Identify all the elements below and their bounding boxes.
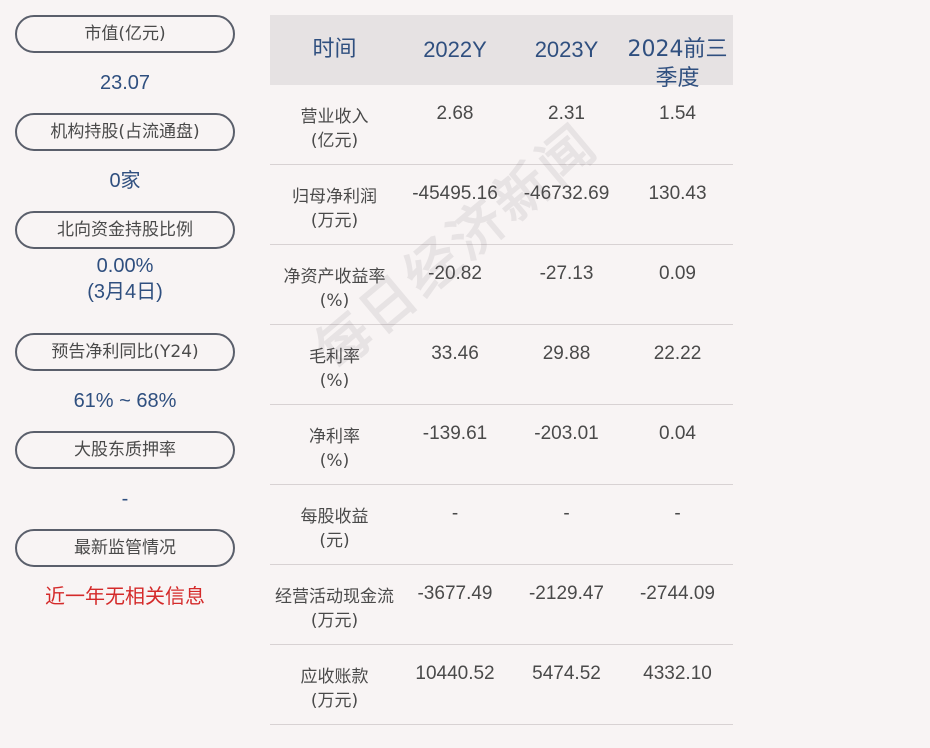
northbound-holding-value: 0.00% (3月4日)	[15, 249, 235, 333]
row-label-name: 净资产收益率	[283, 267, 386, 287]
table-row: 营业收入 (亿元) 2.68 2.31 1.54	[270, 85, 733, 165]
row-label: 净利率 (%)	[270, 405, 399, 484]
row-label-name: 每股收益	[300, 507, 369, 527]
cell-2024-q3: 1.54	[659, 103, 696, 124]
market-cap-label: 市值(亿元)	[15, 15, 235, 53]
row-label-name: 净利率	[309, 427, 360, 447]
northbound-holding-percent: 0.00%	[96, 255, 154, 277]
regulatory-status-value: 近一年无相关信息	[45, 586, 205, 608]
row-label: 应收账款 (万元)	[270, 645, 399, 724]
cell-2022: 2.68	[436, 103, 474, 124]
table-row: 应收账款 (万元) 10440.52 5474.52 4332.10	[270, 645, 733, 725]
row-label: 毛利率 (%)	[270, 325, 399, 404]
cell-2023: -27.13	[539, 263, 594, 284]
row-label: 每股收益 (元)	[270, 485, 399, 564]
row-label-unit: (%)	[319, 371, 350, 391]
cell-2023: 29.88	[542, 343, 591, 364]
major-holder-pledge-value: -	[121, 488, 129, 510]
northbound-holding-label: 北向资金持股比例	[15, 211, 235, 249]
row-label: 经营活动现金流 (万元)	[270, 565, 399, 644]
row-label-name: 营业收入	[300, 107, 369, 127]
header-2024-q3: 2024前三 季度	[622, 15, 733, 91]
table-row: 归母净利润 (万元) -45495.16 -46732.69 130.43	[270, 165, 733, 245]
row-label-unit: (万元)	[310, 611, 359, 631]
financial-table: 时间 2022Y 2023Y 2024前三 季度 营业收入 (亿元) 2.68 …	[270, 15, 733, 725]
table-header: 时间 2022Y 2023Y 2024前三 季度	[270, 15, 733, 91]
row-label-unit: (元)	[319, 531, 350, 551]
row-label-unit: (%)	[319, 451, 350, 471]
header-2024-q3-line1: 2024前三	[627, 37, 728, 62]
table-row: 每股收益 (元) - - -	[270, 485, 733, 565]
cell-2022: 33.46	[431, 343, 479, 364]
cell-2022: 10440.52	[415, 663, 495, 684]
cell-2024-q3: 130.43	[648, 183, 707, 204]
row-label: 归母净利润 (万元)	[270, 165, 399, 244]
cell-2022: -3677.49	[417, 583, 493, 604]
cell-2023: 2.31	[548, 103, 585, 124]
cell-2023: -	[563, 503, 570, 524]
row-label-name: 应收账款	[300, 667, 369, 687]
header-period: 时间	[312, 37, 357, 62]
cell-2022: -20.82	[428, 263, 482, 284]
cell-2023: -46732.69	[523, 183, 610, 204]
institutional-holding-label: 机构持股(占流通盘)	[15, 113, 235, 151]
row-label-name: 毛利率	[309, 347, 360, 367]
cell-2023: -203.01	[534, 423, 599, 444]
row-label: 净资产收益率 (%)	[270, 245, 399, 324]
table-row: 毛利率 (%) 33.46 29.88 22.22	[270, 325, 733, 405]
row-label-unit: (亿元)	[310, 131, 359, 151]
row-label-unit: (万元)	[310, 691, 359, 711]
northbound-holding-date: (3月4日)	[87, 281, 163, 303]
cell-2023: -2129.47	[528, 583, 604, 604]
cell-2024-q3: -2744.09	[639, 583, 715, 604]
market-cap-value: 23.07	[99, 72, 151, 94]
cell-2022: -	[451, 503, 459, 524]
table-row: 净资产收益率 (%) -20.82 -27.13 0.09	[270, 245, 733, 325]
institutional-holding-value: 0家	[109, 170, 141, 192]
header-2022: 2022Y	[423, 37, 487, 62]
forecast-profit-yoy-value: 61% ~ 68%	[73, 390, 177, 412]
stock-summary-panel: 市值(亿元) 23.07 机构持股(占流通盘) 0家 北向资金持股比例 0.00…	[15, 15, 235, 627]
row-label-unit: (%)	[319, 291, 350, 311]
cell-2022: -45495.16	[412, 183, 498, 204]
row-label-name: 经营活动现金流	[275, 587, 394, 607]
header-2023: 2023Y	[534, 37, 599, 62]
cell-2023: 5474.52	[532, 663, 601, 684]
row-label-unit: (万元)	[310, 211, 359, 231]
row-label: 营业收入 (亿元)	[270, 85, 399, 164]
forecast-profit-yoy-label: 预告净利同比(Y24)	[15, 333, 235, 371]
regulatory-status-label: 最新监管情况	[15, 529, 235, 567]
cell-2024-q3: 22.22	[653, 343, 702, 364]
cell-2022: -139.61	[422, 423, 488, 444]
cell-2024-q3: -	[674, 503, 681, 524]
cell-2024-q3: 0.09	[659, 263, 696, 284]
row-label-name: 归母净利润	[292, 187, 377, 207]
table-row: 净利率 (%) -139.61 -203.01 0.04	[270, 405, 733, 485]
major-holder-pledge-label: 大股东质押率	[15, 431, 235, 469]
cell-2024-q3: 4332.10	[643, 663, 712, 684]
table-row: 经营活动现金流 (万元) -3677.49 -2129.47 -2744.09	[270, 565, 733, 645]
cell-2024-q3: 0.04	[659, 423, 696, 444]
